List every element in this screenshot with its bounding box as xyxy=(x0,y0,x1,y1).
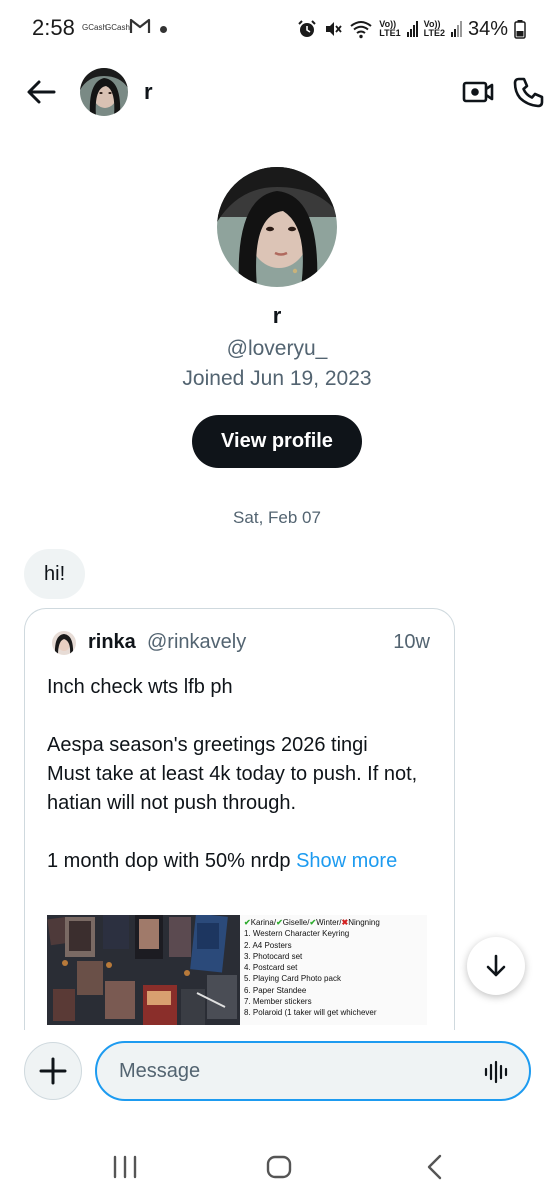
phone-icon[interactable] xyxy=(512,75,546,109)
header-avatar[interactable] xyxy=(80,68,128,116)
tweet-time: 10w xyxy=(393,631,430,653)
gcash-notification-icon-2: GCash xyxy=(105,23,130,32)
tweet-author-avatar xyxy=(52,631,76,655)
voice-message-icon[interactable] xyxy=(483,1059,509,1085)
member-list-line: ✔Karina/✔Giselle/✔Winter/✖Ningning xyxy=(244,918,380,927)
merch-list-item: 5. Playing Card Photo pack xyxy=(244,974,341,984)
plus-icon xyxy=(39,1057,67,1085)
merch-list-item: 6. Paper Standee xyxy=(244,985,307,995)
sim2-label: Vo)) LTE2 xyxy=(423,19,445,38)
quoted-tweet-card[interactable]: rinka @rinkavely 10w Inch check wts lfb … xyxy=(24,608,455,1038)
tweet-author-name: rinka xyxy=(88,631,136,653)
profile-name: r xyxy=(272,303,282,328)
merch-list-item: 2. A4 Posters xyxy=(244,940,292,950)
merch-list-item: 3. Photocard set xyxy=(244,951,303,961)
status-right-group: Vo)) LTE1 Vo)) LTE2 34% xyxy=(297,14,526,44)
video-camera-icon[interactable] xyxy=(461,75,495,109)
wifi-icon xyxy=(350,21,372,39)
profile-avatar[interactable] xyxy=(217,167,337,287)
battery-percent: 34% xyxy=(467,17,508,40)
merch-list-item: 4. Postcard set xyxy=(244,963,298,973)
message-field[interactable] xyxy=(95,1041,531,1101)
status-time: 2:58 xyxy=(32,15,75,40)
gcash-notification-icon: GCash xyxy=(82,23,107,32)
sim1-label: Vo)) LTE1 xyxy=(379,19,401,38)
back-arrow-icon[interactable] xyxy=(24,75,58,109)
scroll-to-bottom-button[interactable] xyxy=(467,937,525,995)
profile-handle: @loveryu_ xyxy=(226,337,328,360)
add-attachment-button[interactable] xyxy=(24,1042,82,1100)
tweet-author-handle: @rinkavely xyxy=(147,631,247,653)
battery-icon xyxy=(514,20,526,39)
merch-list-item: 7. Member stickers xyxy=(244,997,312,1007)
signal-bars-icon xyxy=(406,21,418,37)
merch-list-item: 1. Western Character Keyring xyxy=(244,929,350,939)
header-name[interactable]: r xyxy=(144,79,153,105)
view-profile-button[interactable]: View profile xyxy=(192,415,362,468)
show-more-link[interactable]: Show more xyxy=(296,850,397,872)
message-text: hi! xyxy=(44,562,66,585)
profile-joined-date: Joined Jun 19, 2023 xyxy=(182,367,372,390)
message-input[interactable] xyxy=(119,1060,459,1083)
tweet-text: Inch check wts lfb ph Aespa season's gre… xyxy=(47,676,418,872)
mute-icon xyxy=(326,22,342,36)
merch-photo xyxy=(47,915,240,1025)
signal-bars-icon-2 xyxy=(450,21,462,37)
message-bubble[interactable]: hi! xyxy=(24,549,86,599)
system-nav-bar xyxy=(0,1130,554,1200)
home-icon[interactable] xyxy=(266,1155,292,1179)
merch-list-image: ✔Karina/✔Giselle/✔Winter/✖Ningning 1. We… xyxy=(240,915,427,1025)
alarm-icon xyxy=(298,20,316,37)
notification-dot-icon xyxy=(160,26,167,33)
status-bar: 2:58 GCash GCash Vo)) LTE1 Vo)) LTE2 34% xyxy=(0,0,554,60)
merch-list-item: 8. Polaroid (1 taker will get whichever xyxy=(244,1008,377,1018)
gmail-icon xyxy=(129,18,151,33)
nav-back-icon[interactable] xyxy=(425,1154,445,1180)
conversation-header: r xyxy=(0,62,554,122)
date-separator: Sat, Feb 07 xyxy=(233,508,321,527)
arrow-down-icon xyxy=(486,954,506,977)
recent-apps-icon[interactable] xyxy=(110,1155,140,1179)
tweet-media-image[interactable]: ✔Karina/✔Giselle/✔Winter/✖Ningning 1. We… xyxy=(47,915,427,1025)
